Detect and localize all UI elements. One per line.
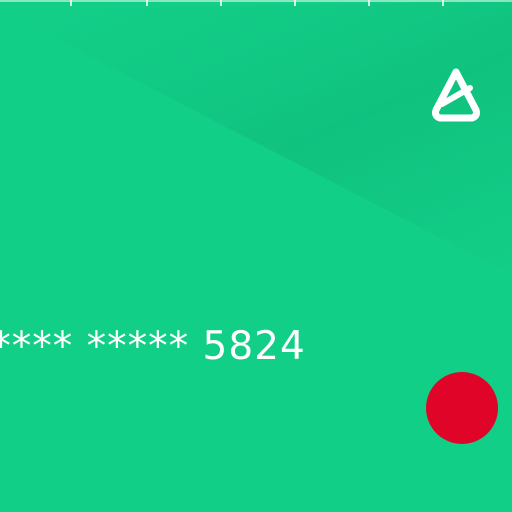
- card-viewport: 7 **** ***** 5824 23: [0, 0, 512, 512]
- payment-card[interactable]: 7 **** ***** 5824 23: [0, 0, 512, 512]
- triangle-logo-icon: [432, 68, 480, 122]
- brand-circle-icon: [426, 372, 498, 444]
- card-number: 7 **** ***** 5824: [0, 324, 306, 369]
